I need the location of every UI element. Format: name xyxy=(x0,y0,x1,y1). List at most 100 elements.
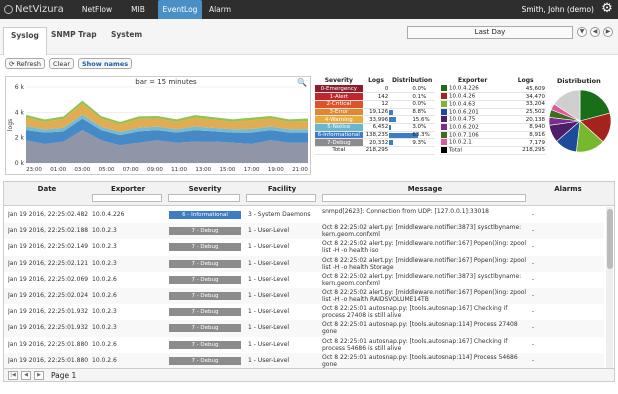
grid-col-facility[interactable]: Facility xyxy=(244,185,320,193)
grid-row[interactable]: Jan 19 2016, 22:25:02.149 10.0.2.3 7 - Deb… xyxy=(4,239,604,255)
grid-col-date[interactable]: Date xyxy=(4,185,90,193)
time-range-select[interactable]: Last Day xyxy=(407,26,573,39)
grid-col-alarms[interactable]: Alarms xyxy=(530,185,606,193)
exporter-swatch xyxy=(441,124,447,131)
exporter-row[interactable]: 10.0.2.1 7,179 xyxy=(440,138,546,147)
nav-netflow[interactable]: NetFlow xyxy=(78,0,116,19)
distribution-value: 0.0% xyxy=(412,85,427,92)
exporter-row[interactable]: 10.0.4.63 33,204 xyxy=(440,100,546,109)
severity-row[interactable]: 6-Informational 138,235 63.3% xyxy=(315,131,435,140)
severity-label: 7-Debug xyxy=(315,138,363,147)
grid-header: Date Exporter Severity Facility Message … xyxy=(4,182,614,206)
filter-message-input[interactable] xyxy=(322,194,526,202)
row-facility: 1 - User-Level xyxy=(248,243,290,251)
severity-row[interactable]: 5-Notice 6,452 3.0% xyxy=(315,123,435,132)
row-message: Oct 8 22:25:02 alert.py: [middleware.not… xyxy=(322,289,527,303)
severity-row[interactable]: 4-Warning 33,996 15.6% xyxy=(315,115,435,124)
col-severity[interactable]: Severity xyxy=(315,76,363,85)
pager: |◀ ◀ ▶ Page 1 xyxy=(3,369,615,382)
prev-page-icon[interactable]: ◀ xyxy=(21,370,31,380)
row-date: Jan 19 2016, 22:25:01.932 xyxy=(8,324,89,332)
zoom-icon[interactable]: 🔍 xyxy=(297,78,307,87)
tab-syslog[interactable]: Syslog xyxy=(3,27,47,55)
exporter-ip: Total xyxy=(440,146,506,155)
severity-logs: 138,235 xyxy=(362,131,390,140)
exporter-logs: 45,609 xyxy=(505,85,546,94)
exporter-row[interactable]: 10.0.4.26 34,470 xyxy=(440,92,546,101)
grid-col-exporter[interactable]: Exporter xyxy=(90,185,166,193)
severity-row[interactable]: 3-Error 19,126 8.8% xyxy=(315,108,435,117)
row-date: Jan 19 2016, 22:25:02.482 xyxy=(8,211,89,218)
exporter-logs: 33,204 xyxy=(505,100,546,109)
y-axis-label: logs xyxy=(7,119,14,131)
next-icon[interactable]: ▶ xyxy=(603,27,613,37)
nav-mib[interactable]: MIB xyxy=(122,0,154,19)
exporter-row[interactable]: Total 218,295 xyxy=(440,146,546,155)
grid-row[interactable]: Jan 19 2016, 22:25:02.069 10.0.2.6 7 - Deb… xyxy=(4,272,604,288)
col-exporter-logs[interactable]: Logs xyxy=(505,76,546,85)
clear-button[interactable]: Clear xyxy=(49,58,74,69)
filter-exporter-input[interactable] xyxy=(92,194,162,202)
exporter-pie-chart xyxy=(548,89,612,153)
grid-scroll-thumb[interactable] xyxy=(607,209,613,269)
app-logo[interactable]: NetVizura xyxy=(0,4,78,15)
severity-row[interactable]: 1-Alert 142 0.1% xyxy=(315,92,435,101)
row-date: Jan 19 2016, 22:25:01.880 xyxy=(8,340,89,348)
y-tick-label: 4 k xyxy=(15,109,25,116)
user-menu[interactable]: Smith, John (demo) xyxy=(522,0,594,19)
total-value: 218,295 xyxy=(362,146,390,155)
grid-row[interactable]: Jan 19 2016, 22:25:01.880 10.0.2.6 7 - Deb… xyxy=(4,337,604,353)
severity-logs: 12 xyxy=(362,100,390,109)
row-message: Oct 8 22:25:01 autosnap.py: [tools.autos… xyxy=(322,305,508,320)
x-tick-label: 03:00 xyxy=(74,167,90,173)
col-exporter[interactable]: Exporter xyxy=(440,76,505,85)
exporter-logs: 8,940 xyxy=(505,123,546,132)
filter-facility-input[interactable] xyxy=(246,194,316,202)
prev-icon[interactable]: ◀ xyxy=(590,27,600,37)
grid-row[interactable]: Jan 19 2016, 22:25:01.880 10.0.2.6 7 - Deb… xyxy=(4,352,604,368)
exporter-row[interactable]: 10.0.7.106 8,916 xyxy=(440,131,546,140)
grid-row[interactable]: Jan 19 2016, 22:25:01.932 10.0.2.3 7 - Deb… xyxy=(4,304,604,320)
exporter-ip: 10.0.4.63 xyxy=(440,100,506,109)
exporter-ip: 10.0.7.106 xyxy=(440,131,506,140)
first-page-icon[interactable]: |◀ xyxy=(8,370,18,380)
nav-eventlog[interactable]: EventLog xyxy=(158,0,202,19)
severity-row[interactable]: 0-Emergency 0 0.0% xyxy=(315,85,435,94)
grid-row[interactable]: Jan 19 2016, 22:25:02.188 10.0.2.3 7 - Deb… xyxy=(4,223,604,240)
grid-row[interactable]: Jan 19 2016, 22:25:02.482 10.0.4.226 6 - I… xyxy=(4,207,604,223)
exporter-ip-text: 10.0.4.226 xyxy=(449,85,479,92)
col-logs[interactable]: Logs xyxy=(363,76,390,85)
exporter-row[interactable]: 10.0.4.226 45,609 xyxy=(440,85,546,94)
exporter-row[interactable]: 10.0.6.202 8,940 xyxy=(440,123,546,132)
exporter-row[interactable]: 10.0.6.201 25,502 xyxy=(440,108,546,117)
syslog-grid: Date Exporter Severity Facility Message … xyxy=(3,181,615,369)
grid-col-message[interactable]: Message xyxy=(320,185,530,193)
nav-alarm[interactable]: Alarm xyxy=(204,0,236,19)
next-page-icon[interactable]: ▶ xyxy=(34,370,44,380)
grid-row[interactable]: Jan 19 2016, 22:25:02.024 10.0.2.6 7 - Deb… xyxy=(4,288,604,305)
show-names-button[interactable]: Show names xyxy=(78,58,133,69)
col-distribution[interactable]: Distribution xyxy=(389,76,435,85)
toolbar: ⟳ Refresh Clear Show names xyxy=(5,58,133,70)
logs-chart: 6 k 4 k 2 k 0 k logs 23:00 01:00 03:00 05:00 07:0… xyxy=(5,76,311,175)
row-exporter: 10.0.2.6 xyxy=(92,356,117,364)
grid-row[interactable]: Jan 19 2016, 22:25:01.932 10.0.2.3 7 - Deb… xyxy=(4,320,604,337)
severity-logs: 0 xyxy=(362,85,390,94)
severity-row[interactable]: 2-Critical 12 0.0% xyxy=(315,100,435,109)
severity-row[interactable]: 7-Debug 20,332 9.3% xyxy=(315,138,435,147)
grid-row[interactable]: Jan 19 2016, 22:25:02.121 10.0.2.3 7 - Deb… xyxy=(4,255,604,272)
exporter-distribution-label: Distribution xyxy=(557,77,601,85)
tab-snmp-trap[interactable]: SNMP Trap xyxy=(51,30,97,39)
gear-icon[interactable]: ⚙ xyxy=(600,2,614,16)
distribution-value: 3.0% xyxy=(412,124,427,131)
exporter-row[interactable]: 10.0.4.75 20,138 xyxy=(440,115,546,124)
time-dropdown-icon[interactable]: ▼ xyxy=(577,27,587,37)
row-alarms: - xyxy=(532,243,535,251)
tab-system[interactable]: System xyxy=(111,30,142,39)
severity-label: 5-Notice xyxy=(315,123,363,132)
row-severity: 7 - Debug xyxy=(169,308,241,317)
filter-severity-input[interactable] xyxy=(168,194,240,202)
severity-distribution: 63.3% xyxy=(389,131,435,140)
grid-col-severity[interactable]: Severity xyxy=(166,185,244,193)
refresh-button[interactable]: ⟳ Refresh xyxy=(5,58,45,69)
